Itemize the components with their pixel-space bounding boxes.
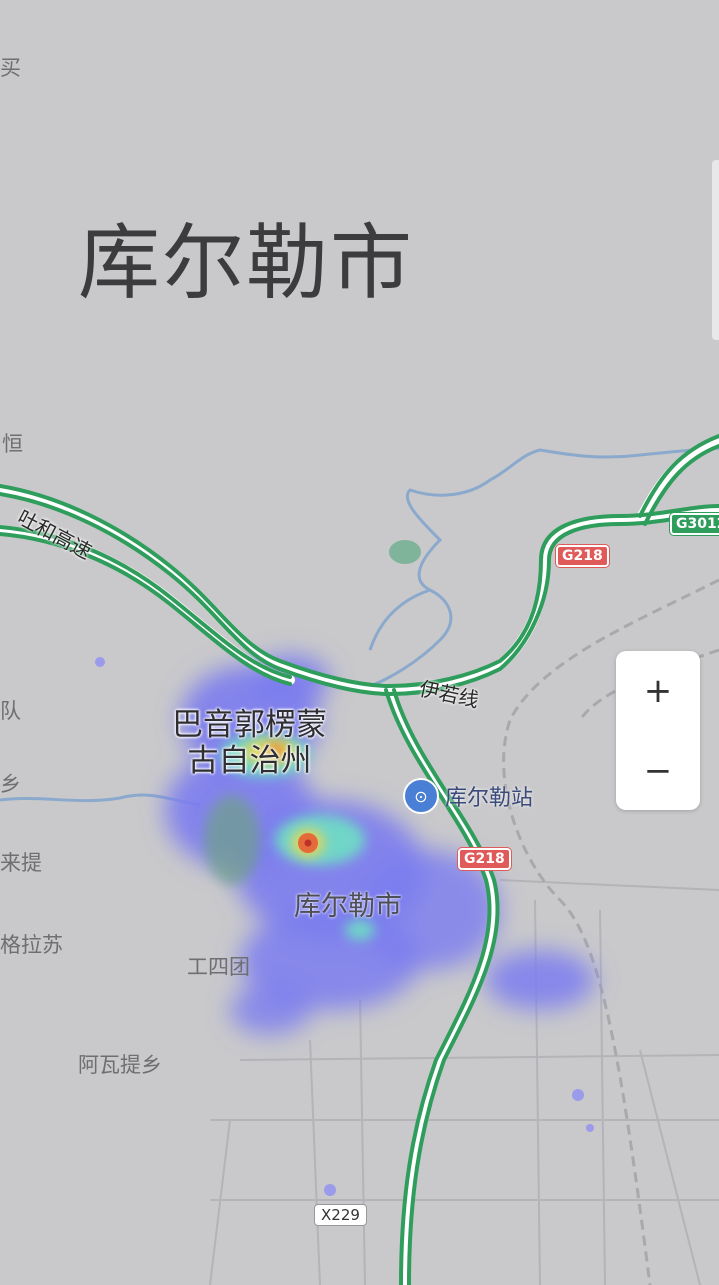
train-station-marker[interactable]: ⊙ 库尔勒站 xyxy=(403,778,533,814)
river xyxy=(0,446,719,807)
train-station-icon: ⊙ xyxy=(403,778,439,814)
zoom-out-button[interactable]: − xyxy=(616,731,700,810)
map-canvas[interactable] xyxy=(0,0,719,1285)
road-shield-g218: G218 xyxy=(556,545,609,567)
city-label: 库尔勒市 xyxy=(294,891,402,922)
city-title: 库尔勒市 xyxy=(78,216,415,311)
zoom-in-button[interactable]: + xyxy=(616,651,700,730)
side-panel-handle[interactable] xyxy=(712,160,719,340)
place-label: 格拉苏 xyxy=(0,933,63,957)
place-label: 工四团 xyxy=(187,955,250,979)
place-label: 恒 xyxy=(2,432,23,456)
lake xyxy=(389,540,421,564)
place-label: 买 xyxy=(0,56,21,80)
prefecture-label: 巴音郭楞蒙 古自治州 xyxy=(172,707,327,779)
road-shield-x229: X229 xyxy=(314,1204,367,1226)
place-label: 阿瓦提乡 xyxy=(78,1053,162,1077)
prefecture-label-line1: 巴音郭楞蒙 xyxy=(172,707,327,743)
road-shield-g218: G218 xyxy=(458,848,511,870)
place-label: 队 xyxy=(0,699,21,723)
place-label: 来提 xyxy=(0,851,42,875)
road-shield-g3012: G3012 xyxy=(670,513,719,535)
train-station-label: 库尔勒站 xyxy=(445,786,534,811)
zoom-control: + − xyxy=(616,651,700,810)
prefecture-label-line2: 古自治州 xyxy=(187,743,312,779)
place-label: 乡 xyxy=(0,772,21,796)
